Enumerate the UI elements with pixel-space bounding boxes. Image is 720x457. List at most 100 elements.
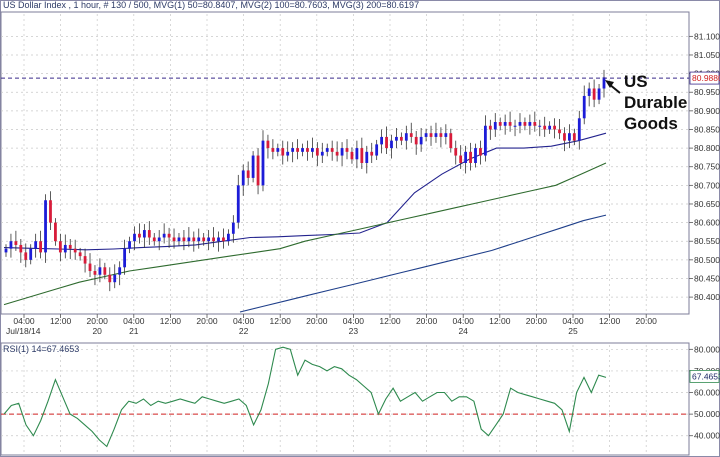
candle-body (493, 122, 497, 130)
price-tick-label: 81.0500 (694, 50, 720, 60)
candle-body (9, 241, 13, 249)
chart-frame: 81.100081.050081.000080.950080.900080.85… (0, 0, 720, 457)
price-tick-label: 80.5500 (694, 236, 720, 246)
price-tick-label: 80.9500 (694, 87, 720, 97)
price-panel: 81.100081.050081.000080.950080.900080.85… (0, 11, 720, 336)
time-tick-label: 04:00 (453, 316, 475, 326)
candle-body (44, 200, 47, 253)
candle-body (459, 155, 463, 163)
date-tick-label: 23 (349, 326, 359, 336)
candle-body (474, 148, 477, 163)
candle-body (449, 133, 453, 149)
candle-body (83, 256, 87, 264)
candle-body (296, 148, 299, 152)
candle-body (281, 148, 285, 156)
candle-body (454, 148, 458, 156)
rsi-panel: 80.000070.000060.000050.000040.0000 67.4… (0, 342, 720, 456)
candle-body (444, 133, 448, 137)
rsi-tick-label: 50.0000 (694, 409, 720, 419)
candle-body (226, 233, 230, 242)
candle-body (118, 267, 122, 275)
candle-body (217, 237, 220, 242)
candle-body (380, 136, 384, 145)
candle-body (128, 241, 131, 249)
candle-body (597, 88, 601, 100)
candle-body (58, 241, 62, 253)
price-tick-label: 80.6000 (694, 218, 720, 228)
time-tick-label: 04:00 (343, 316, 365, 326)
candle-body (582, 95, 586, 119)
candle-body (192, 237, 196, 242)
time-tick-label: 20:00 (526, 316, 548, 326)
rsi-plot-area (0, 342, 690, 456)
candle-body (330, 148, 334, 152)
candle-body (212, 237, 215, 242)
candle-body (266, 140, 270, 149)
candle-body (548, 125, 552, 130)
candle-body (103, 267, 107, 275)
date-tick-label: 21 (129, 326, 139, 336)
candle-body (587, 88, 591, 96)
candle-body (315, 148, 319, 156)
candle-body (533, 122, 537, 126)
candle-body (340, 148, 344, 156)
time-tick-label: 12:00 (160, 316, 182, 326)
candle-body (123, 248, 127, 268)
candle-body (306, 148, 309, 152)
annotation-line-3: Goods (624, 114, 678, 133)
time-tick-label: 20:00 (416, 316, 438, 326)
annotation-text: US Durable Goods (624, 71, 687, 134)
price-tick-label: 80.4000 (694, 292, 720, 302)
candle-body (147, 230, 151, 238)
candle-body (291, 148, 295, 152)
candle-body (424, 133, 428, 137)
candle-body (414, 136, 418, 145)
candle-body (73, 248, 77, 253)
candle-body (365, 151, 369, 163)
candle-body (207, 237, 211, 242)
time-tick-label: 12:00 (599, 316, 621, 326)
candle-body (222, 237, 225, 242)
candle-body (261, 140, 265, 186)
candle-body (592, 88, 596, 100)
candle-body (251, 155, 255, 178)
price-tick-label: 80.4500 (694, 273, 720, 283)
price-tick-label: 80.6500 (694, 199, 720, 209)
date-tick-label: 20 (92, 326, 102, 336)
candle-body (113, 274, 117, 283)
price-tick-label: 80.7000 (694, 180, 720, 190)
rsi-tick-label: 40.0000 (694, 431, 720, 441)
current-price-badge: 80.9880 (689, 71, 720, 85)
candle-body (513, 125, 517, 127)
candle-body (385, 136, 388, 149)
candle-body (469, 151, 472, 163)
candle-body (395, 136, 398, 141)
price-tick-label: 80.9000 (694, 106, 720, 116)
candle-body (68, 244, 72, 249)
candle-body (197, 237, 201, 242)
candle-body (182, 237, 186, 242)
ma2-legend: MVG(2) 100=80.7603, (240, 0, 330, 10)
date-tick-label: 24 (458, 326, 468, 336)
candle-body (602, 77, 606, 89)
candle-body (187, 237, 191, 242)
time-tick-label: 04:00 (233, 316, 255, 326)
candle-body (29, 248, 33, 260)
candle-body (108, 274, 112, 283)
time-tick-label: 20:00 (196, 316, 218, 326)
candle-body (24, 252, 28, 260)
candle-body (172, 237, 176, 242)
candle-body (543, 125, 547, 130)
candle-body (271, 148, 275, 152)
candle-body (133, 233, 136, 242)
price-tick-label: 80.7500 (694, 162, 720, 172)
time-tick-label: 12:00 (50, 316, 72, 326)
candle-body (345, 148, 349, 152)
candle-body (355, 148, 359, 160)
candle-body (286, 151, 290, 156)
candle-body (409, 133, 413, 137)
candle-body (54, 222, 57, 242)
candle-body (236, 185, 240, 223)
date-tick-label: 22 (239, 326, 249, 336)
time-tick-label: 12:00 (489, 316, 511, 326)
